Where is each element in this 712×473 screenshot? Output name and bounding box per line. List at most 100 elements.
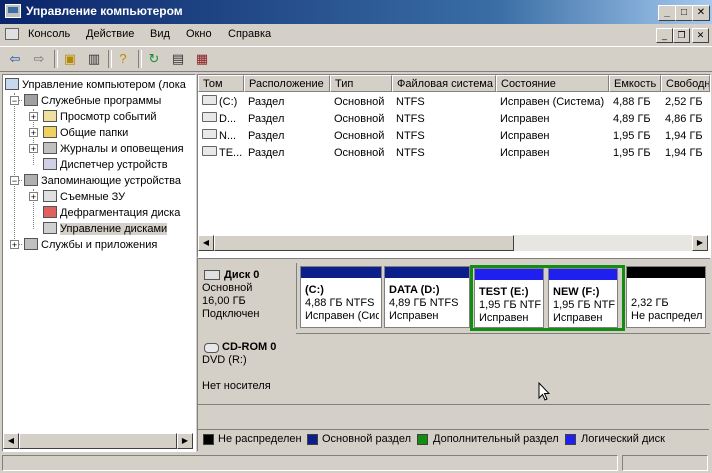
partition-state: Исправен (Сис (305, 310, 379, 322)
volume-name-cell[interactable]: N... (198, 128, 244, 144)
tree-shared-folders[interactable]: Общие папки (43, 125, 128, 141)
up-folder-icon[interactable]: ▣ (61, 50, 79, 68)
column-header-filesystem[interactable]: Файловая система (392, 75, 496, 92)
tree-logs-alerts[interactable]: Журналы и оповещения (43, 141, 184, 157)
device-manager-icon (43, 158, 57, 170)
menu-window[interactable]: Окно (186, 28, 212, 40)
toolbar-separator (138, 50, 142, 68)
volume-list-hscrollbar[interactable]: ◀ ▶ (198, 235, 708, 251)
cdrom-0-media-area[interactable] (296, 333, 710, 404)
volume-cell: 4,88 ГБ (613, 96, 651, 108)
expand-toggle[interactable]: + (29, 192, 38, 202)
volume-list[interactable]: Том Расположение Тип Файловая система Со… (197, 74, 711, 258)
legend-swatch-logical (565, 434, 576, 445)
menu-help[interactable]: Справка (228, 28, 271, 40)
tree-utilities[interactable]: Служебные программы (24, 93, 161, 109)
toolbar: ⇦ ⇨ ▣ ▥ ? ↻ ▤ ▦ (0, 46, 712, 72)
maximize-button[interactable]: □ (675, 5, 693, 21)
close-button[interactable]: ✕ (692, 5, 710, 21)
partition-state: Не распредел (631, 310, 703, 322)
scroll-left-button[interactable]: ◀ (3, 433, 19, 449)
column-header-free[interactable]: Свободно (661, 75, 710, 92)
legend-swatch-unallocated (203, 434, 214, 445)
cdrom-0-label[interactable]: CD-ROM 0 DVD (R:) Нет носителя (198, 335, 294, 405)
removable-storage-icon (43, 190, 57, 202)
unallocated-space[interactable]: 2,32 ГБ Не распредел (626, 266, 706, 328)
mouse-cursor-icon (538, 382, 550, 401)
status-panel-main (2, 455, 618, 471)
expand-toggle[interactable]: + (29, 112, 38, 122)
column-header-capacity[interactable]: Емкость (609, 75, 661, 92)
column-header-layout[interactable]: Расположение (244, 75, 330, 92)
minimize-button[interactable]: _ (658, 5, 676, 21)
scroll-left-button[interactable]: ◀ (198, 235, 214, 251)
drive-icon (202, 146, 217, 156)
tree-services-apps[interactable]: Службы и приложения (24, 237, 157, 253)
collapse-toggle[interactable]: − (10, 96, 19, 106)
tree-event-viewer[interactable]: Просмотр событий (43, 109, 157, 125)
expand-toggle[interactable]: + (10, 240, 19, 250)
legend-logical: Логический диск (581, 433, 665, 445)
partition-block[interactable]: (C:) 4,88 ГБ NTFS Исправен (Сис (300, 266, 382, 328)
tree-disk-management[interactable]: Управление дисками (43, 221, 168, 237)
properties-icon[interactable]: ▤ (169, 50, 187, 68)
column-header-volume[interactable]: Том (198, 75, 244, 92)
volume-name-cell[interactable]: (C:) (198, 94, 244, 110)
volume-cell: Основной (334, 130, 385, 142)
expand-toggle[interactable]: + (29, 144, 38, 154)
partition-block[interactable]: DATA (D:) 4,89 ГБ NTFS Исправен (384, 266, 470, 328)
volume-cell: NTFS (396, 130, 425, 142)
volume-cell: Основной (334, 147, 385, 159)
scroll-thumb[interactable] (214, 235, 514, 251)
scroll-right-button[interactable]: ▶ (177, 433, 193, 449)
expand-toggle[interactable]: + (29, 128, 38, 138)
partition-size: 4,89 ГБ NTFS (389, 297, 459, 309)
tree-defrag[interactable]: Дефрагментация диска (43, 205, 180, 221)
column-header-status[interactable]: Состояние (496, 75, 609, 92)
child-restore-button[interactable]: ❐ (673, 28, 690, 43)
menu-view[interactable]: Вид (150, 28, 170, 40)
scroll-right-button[interactable]: ▶ (692, 235, 708, 251)
tree-root[interactable]: Управление компьютером (лока (5, 77, 186, 93)
tree-hscrollbar[interactable]: ◀ ▶ (3, 433, 193, 449)
help-icon[interactable]: ? (114, 50, 132, 68)
volume-cell: Основной (334, 113, 385, 125)
partition-color-bar (301, 267, 381, 278)
cdrom-icon (204, 343, 219, 353)
volume-name-cell[interactable]: TE... (198, 145, 244, 161)
menu-console[interactable]: Консоль (28, 28, 70, 40)
volume-cell: 2,52 ГБ (665, 96, 703, 108)
partition-title (631, 284, 703, 297)
console-window-icon[interactable] (5, 28, 19, 40)
divider (296, 263, 298, 329)
forward-arrow-icon[interactable]: ⇨ (30, 50, 48, 68)
disk-settings-icon[interactable]: ▦ (193, 50, 211, 68)
performance-logs-icon (43, 142, 57, 154)
volume-cell: Исправен (500, 130, 550, 142)
collapse-toggle[interactable]: − (10, 176, 19, 186)
volume-cell: 1,94 ГБ (665, 147, 703, 159)
tree-removable-storage[interactable]: Съемные ЗУ (43, 189, 125, 205)
hard-disk-icon (204, 270, 220, 280)
back-arrow-icon[interactable]: ⇦ (6, 50, 24, 68)
volume-name-cell[interactable]: D... (198, 111, 244, 127)
console-tree[interactable]: Управление компьютером (лока − Служебные… (2, 74, 196, 452)
disk-0-label[interactable]: Диск 0 Основной 16,00 ГБ Подключен (198, 263, 294, 329)
tools-icon (24, 94, 38, 106)
tree-storage[interactable]: Запоминающие устройства (24, 173, 181, 189)
refresh-icon[interactable]: ↻ (145, 50, 163, 68)
title-bar[interactable]: Управление компьютером _ □ ✕ (0, 0, 712, 24)
computer-management-icon (5, 4, 21, 18)
services-icon (24, 238, 38, 250)
legend-swatch-extended (417, 434, 428, 445)
child-minimize-button[interactable]: _ (656, 28, 673, 43)
volume-cell: 4,86 ГБ (665, 113, 703, 125)
menu-action[interactable]: Действие (86, 28, 134, 40)
defrag-icon (43, 206, 57, 218)
child-close-button[interactable]: ✕ (692, 28, 709, 43)
column-header-type[interactable]: Тип (330, 75, 392, 92)
show-hide-tree-icon[interactable]: ▥ (85, 50, 103, 68)
tree-device-manager[interactable]: Диспетчер устройств (43, 157, 168, 173)
scroll-thumb[interactable] (19, 433, 177, 449)
status-panel-secondary (622, 455, 708, 471)
